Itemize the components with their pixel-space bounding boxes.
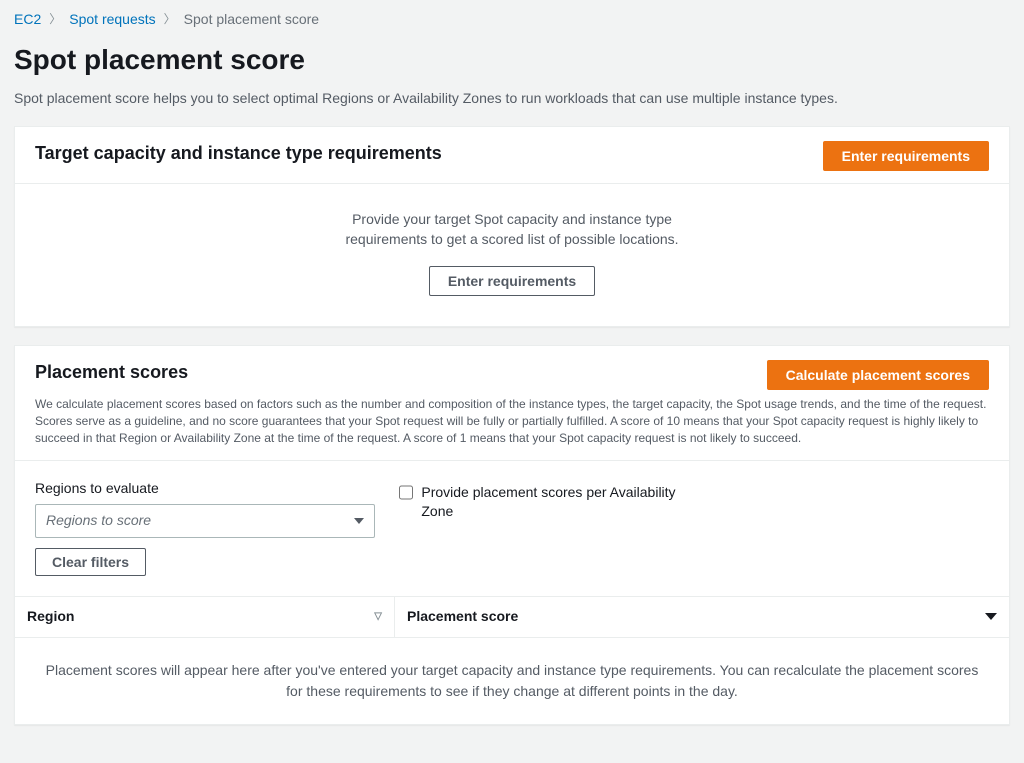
- column-label: Placement score: [407, 607, 518, 627]
- empty-state-text: Provide your target Spot capacity and in…: [332, 210, 692, 249]
- enter-requirements-button-secondary[interactable]: Enter requirements: [429, 266, 595, 296]
- chevron-right-icon: 〉: [164, 11, 176, 28]
- panel-title: Target capacity and instance type requir…: [35, 141, 811, 166]
- chevron-right-icon: 〉: [49, 11, 61, 28]
- panel-description: We calculate placement scores based on f…: [35, 396, 989, 448]
- placement-scores-panel: Placement scores Calculate placement sco…: [14, 345, 1010, 725]
- regions-label: Regions to evaluate: [35, 479, 375, 499]
- per-az-checkbox[interactable]: [399, 485, 413, 500]
- per-az-checkbox-label[interactable]: Provide placement scores per Availabilit…: [421, 483, 699, 522]
- breadcrumb-current: Spot placement score: [184, 10, 319, 30]
- target-capacity-panel: Target capacity and instance type requir…: [14, 126, 1010, 326]
- sort-icon: ▽: [374, 610, 382, 624]
- column-region[interactable]: Region ▽: [15, 597, 395, 637]
- breadcrumb-link-ec2[interactable]: EC2: [14, 10, 41, 30]
- sort-icon: [985, 613, 997, 620]
- table-empty-message: Placement scores will appear here after …: [15, 638, 1009, 724]
- calculate-placement-scores-button[interactable]: Calculate placement scores: [767, 360, 989, 390]
- regions-select-placeholder: Regions to score: [46, 511, 151, 531]
- breadcrumb-link-spot-requests[interactable]: Spot requests: [69, 10, 155, 30]
- enter-requirements-button[interactable]: Enter requirements: [823, 141, 989, 171]
- caret-down-icon: [354, 518, 364, 524]
- column-label: Region: [27, 607, 74, 627]
- table-header: Region ▽ Placement score: [15, 597, 1009, 638]
- regions-select[interactable]: Regions to score: [35, 504, 375, 538]
- page-description: Spot placement score helps you to select…: [14, 89, 1010, 109]
- page-title: Spot placement score: [14, 40, 1010, 79]
- clear-filters-button[interactable]: Clear filters: [35, 548, 146, 576]
- placement-scores-table: Region ▽ Placement score Placement score…: [15, 596, 1009, 724]
- column-placement-score[interactable]: Placement score: [395, 597, 1009, 637]
- breadcrumb: EC2 〉 Spot requests 〉 Spot placement sco…: [14, 0, 1010, 36]
- panel-title: Placement scores: [35, 360, 188, 385]
